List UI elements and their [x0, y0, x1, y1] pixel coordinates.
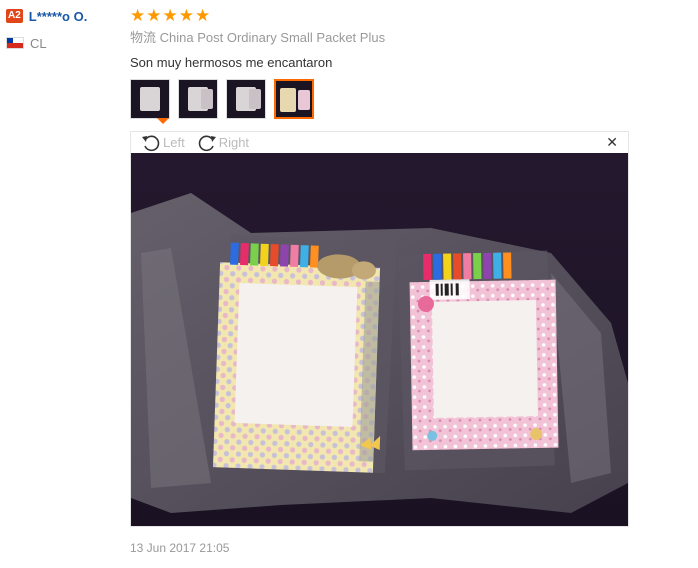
- review-photo-image: [131, 153, 628, 526]
- reviewer-row: A2 L*****o O.: [6, 7, 121, 25]
- photo-thumbnail[interactable]: [178, 79, 218, 119]
- rotate-right-icon: [198, 135, 216, 151]
- reviewer-info: A2 L*****o O. CL: [6, 7, 121, 51]
- review-photo: [131, 153, 628, 526]
- rotate-right-label: Right: [218, 135, 250, 150]
- star-rating: ★ ★ ★ ★ ★: [130, 6, 630, 24]
- star-icon: ★: [195, 5, 211, 25]
- photo-thumbnail[interactable]: [130, 79, 170, 119]
- reviewer-name-link[interactable]: L*****o O.: [29, 9, 88, 24]
- star-icon: ★: [162, 5, 178, 25]
- photo-viewer: Left Right ✕: [130, 131, 629, 527]
- chile-flag-icon: [6, 37, 24, 49]
- reviewer-country: CL: [6, 35, 121, 51]
- star-icon: ★: [146, 5, 162, 25]
- photo-thumbnail[interactable]: [226, 79, 266, 119]
- shipping-method: China Post Ordinary Small Packet Plus: [159, 30, 386, 45]
- review-text: Son muy hermosos me encantaron: [130, 55, 333, 70]
- review-entry: A2 L*****o O. CL ★ ★ ★ ★ ★ 物流 China Post…: [0, 0, 698, 568]
- review-body: ★ ★ ★ ★ ★ 物流 China Post Ordinary Small P…: [130, 6, 630, 123]
- shipping-label: 物流: [130, 30, 157, 45]
- rotate-left-icon: [142, 135, 160, 151]
- country-code: CL: [30, 35, 47, 51]
- active-thumbnail-pointer: [157, 118, 169, 124]
- photo-thumbnails: [130, 79, 630, 123]
- close-icon[interactable]: ✕: [606, 135, 618, 149]
- rotate-left-label: Left: [163, 135, 185, 150]
- buyer-level-badge: A2: [6, 9, 23, 23]
- rotate-left-button[interactable]: Left: [141, 134, 185, 152]
- viewer-toolbar: Left Right ✕: [131, 132, 628, 153]
- photo-thumbnail-active[interactable]: [274, 79, 314, 119]
- shipping-info: 物流 China Post Ordinary Small Packet Plus: [130, 29, 630, 47]
- star-icon: ★: [130, 5, 146, 25]
- review-timestamp: 13 Jun 2017 21:05: [130, 541, 230, 555]
- rotate-right-button[interactable]: Right: [197, 134, 249, 152]
- star-icon: ★: [178, 5, 194, 25]
